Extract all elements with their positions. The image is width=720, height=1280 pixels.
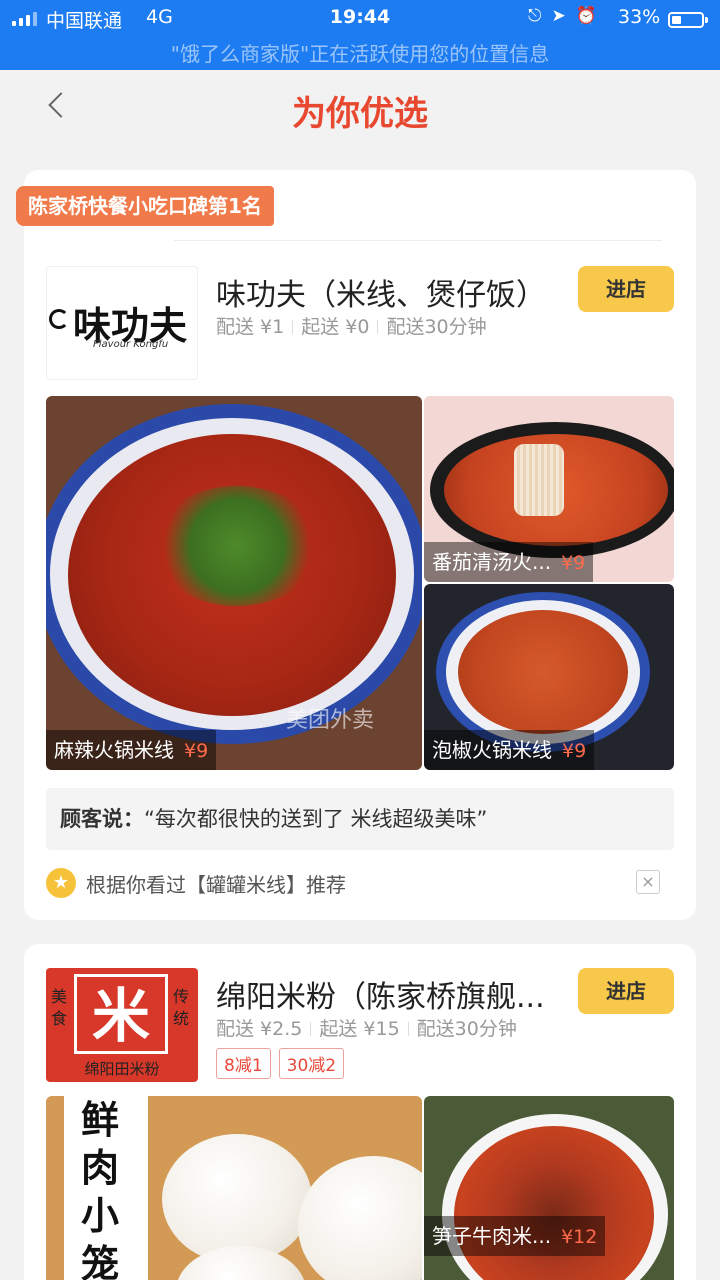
store-logo[interactable]: 米 美食 传统 绵阳田米粉 (46, 968, 198, 1082)
dish-name: 麻辣火锅米线 (54, 738, 174, 762)
store-meta: 配送 ¥2.5 起送 ¥15 配送30分钟 (216, 1014, 517, 1041)
dish-price: ¥9 (561, 552, 586, 574)
min-order: 起送 ¥0 (301, 316, 370, 338)
delivery-time: 配送30分钟 (386, 316, 487, 338)
logo-side-text: 传统 (173, 987, 190, 1028)
back-button[interactable] (40, 88, 76, 124)
alarm-icon: ⏰ (575, 6, 597, 26)
enter-store-button[interactable]: 进店 (578, 266, 674, 312)
dish-image[interactable]: 泡椒火锅米线 ¥9 (424, 584, 674, 770)
dish-label: 番茄清汤火... ¥9 (424, 542, 594, 582)
location-usage-banner[interactable]: "饿了么商家版"正在活跃使用您的位置信息 (0, 38, 720, 67)
enter-store-button[interactable]: 进店 (578, 968, 674, 1014)
signal-icon (12, 12, 37, 26)
store-card[interactable]: 米 美食 传统 绵阳田米粉 绵阳米粉（陈家桥旗舰... 配送 ¥2.5 起送 ¥1… (24, 944, 696, 1280)
dish-image[interactable]: 鲜肉小笼包 (46, 1096, 422, 1280)
location-arrow-icon: ➤ (551, 6, 566, 26)
dish-label: 泡椒火锅米线 ¥9 (424, 730, 595, 770)
logo-text: 米 (91, 982, 150, 1050)
network-type: 4G (146, 6, 173, 28)
min-order: 起送 ¥15 (319, 1018, 400, 1040)
battery-icon (668, 12, 708, 28)
store-name[interactable]: 味功夫（米线、煲仔饭） (216, 270, 576, 314)
logo-subtext: 绵阳田米粉 (84, 1060, 160, 1078)
promo-tag: 30减2 (278, 1048, 345, 1079)
rank-badge: 陈家桥快餐小吃口碑第1名 (16, 186, 274, 226)
nav-bar: 为你优选 (0, 70, 720, 142)
logo-side-text: 美食 (51, 987, 68, 1028)
chevron-left-icon (48, 92, 74, 118)
delivery-fee: 配送 ¥1 (216, 316, 285, 338)
carrier-name: 中国联通 (46, 10, 123, 32)
review-label: 顾客说： (60, 807, 144, 831)
dish-label: 麻辣火锅米线 ¥9 (46, 730, 217, 770)
store-name[interactable]: 绵阳米粉（陈家桥旗舰... (216, 972, 566, 1016)
dish-price: ¥9 (562, 740, 587, 762)
recommend-text: 根据你看过【罐罐米线】推荐 (86, 872, 346, 897)
page-title: 为你优选 (292, 94, 428, 134)
dish-label: 笋子牛肉米... ¥12 (424, 1216, 606, 1256)
promo-tag: 8减1 (216, 1048, 271, 1079)
dish-image[interactable]: 笋子牛肉米... ¥12 (424, 1096, 674, 1280)
delivery-fee: 配送 ¥2.5 (216, 1018, 303, 1040)
dish-image[interactable]: 美团外卖 麻辣火锅米线 ¥9 (46, 396, 422, 770)
watermark: 美团外卖 (286, 708, 375, 733)
swirl-icon (49, 309, 69, 329)
close-icon[interactable]: × (636, 870, 660, 894)
image-text: 鲜肉小笼包 (80, 1097, 119, 1280)
dish-price: ¥9 (184, 740, 209, 762)
store-meta: 配送 ¥1 起送 ¥0 配送30分钟 (216, 312, 487, 339)
review-text: “每次都很快的送到了 米线超级美味” (144, 807, 488, 831)
promo-tags: 8减1 30减2 (216, 1048, 345, 1079)
delivery-time: 配送30分钟 (416, 1018, 517, 1040)
logo-subtext: Flavour Kongfu (93, 339, 169, 350)
dish-name: 笋子牛肉米... (432, 1224, 552, 1248)
lock-rotation-icon: ⎋ (528, 6, 542, 26)
dish-image[interactable]: 番茄清汤火... ¥9 (424, 396, 674, 582)
status-bar: 中国联通 4G 19:44 ⎋ ➤ ⏰ 33% "饿了么商家版"正在活跃使用您的… (0, 0, 720, 70)
battery-percent: 33% (618, 6, 661, 28)
dish-price: ¥12 (561, 1226, 598, 1248)
dish-name: 泡椒火锅米线 (432, 738, 552, 762)
customer-review: 顾客说：“每次都很快的送到了 米线超级美味” (46, 788, 674, 850)
store-logo[interactable]: 味功夫 Flavour Kongfu (46, 266, 198, 380)
star-icon: ★ (46, 868, 76, 898)
recommend-reason: ★ 根据你看过【罐罐米线】推荐 (46, 866, 346, 900)
divider (174, 240, 662, 241)
dish-name: 番茄清汤火... (432, 550, 552, 574)
store-card[interactable]: 陈家桥快餐小吃口碑第1名 味功夫 Flavour Kongfu 味功夫（米线、煲… (16, 170, 696, 920)
